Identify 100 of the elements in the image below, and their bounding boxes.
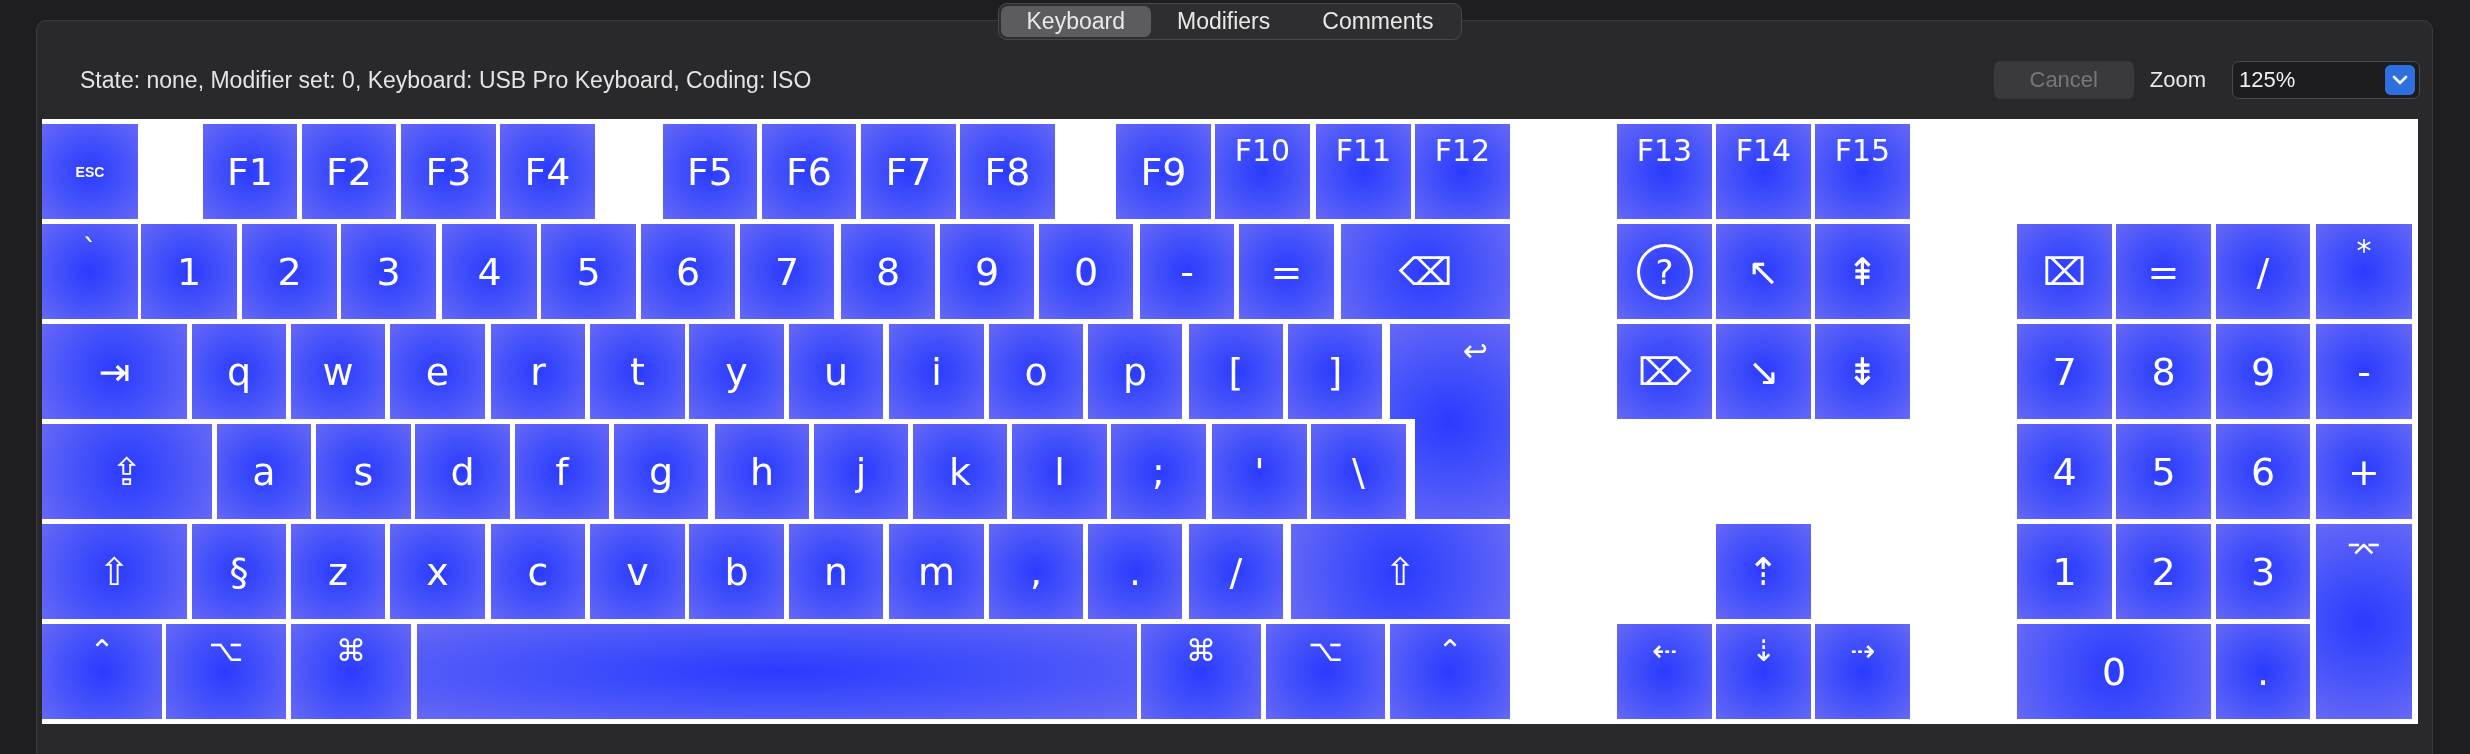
- key-cap[interactable]: 4: [2017, 424, 2112, 519]
- key-cap[interactable]: ?: [1617, 224, 1712, 319]
- key-cap[interactable]: h: [715, 424, 809, 519]
- key-cap[interactable]: k: [913, 424, 1007, 519]
- tab[interactable]: Comments: [1296, 6, 1460, 37]
- key-cap[interactable]: q: [192, 324, 286, 419]
- key-cap[interactable]: w: [291, 324, 385, 419]
- key-cap[interactable]: [: [1189, 324, 1283, 419]
- key-cap[interactable]: ⌤: [2316, 524, 2412, 719]
- key-cap[interactable]: 1: [141, 224, 237, 319]
- key-cap[interactable]: .: [1088, 524, 1182, 619]
- key-cap[interactable]: ⇞: [1815, 224, 1910, 319]
- key-cap[interactable]: ⌫: [1341, 224, 1510, 319]
- key-cap[interactable]: m: [889, 524, 984, 619]
- key-cap[interactable]: 8: [841, 224, 935, 319]
- key-cap[interactable]: ⇥: [42, 324, 187, 419]
- key-cap[interactable]: r: [491, 324, 585, 419]
- key-cap[interactable]: ,: [989, 524, 1083, 619]
- key-cap[interactable]: 7: [2017, 324, 2112, 419]
- key-cap[interactable]: 8: [2116, 324, 2211, 419]
- key-cap[interactable]: ↘: [1716, 324, 1811, 419]
- key-cap[interactable]: F13: [1617, 124, 1712, 219]
- key-cap[interactable]: f: [515, 424, 609, 519]
- key-cap[interactable]: 6: [2216, 424, 2310, 519]
- key-cap[interactable]: 0: [1039, 224, 1133, 319]
- key-cap[interactable]: 5: [541, 224, 636, 319]
- key-cap[interactable]: F2: [302, 124, 396, 219]
- key-cap[interactable]: F10: [1215, 124, 1310, 219]
- tab[interactable]: Keyboard: [1000, 6, 1151, 37]
- key-cap[interactable]: y: [689, 324, 784, 419]
- key-cap[interactable]: ⇟: [1815, 324, 1910, 419]
- key-cap[interactable]: F1: [203, 124, 297, 219]
- key-cap[interactable]: *: [2316, 224, 2412, 319]
- key-cap[interactable]: x: [390, 524, 485, 619]
- key-cap[interactable]: 9: [940, 224, 1034, 319]
- key-cap[interactable]: b: [689, 524, 784, 619]
- key-cap[interactable]: s: [316, 424, 411, 519]
- key-cap[interactable]: 9: [2216, 324, 2310, 419]
- key-cap[interactable]: F12: [1415, 124, 1510, 219]
- key-cap[interactable]: F5: [663, 124, 757, 219]
- key-cap[interactable]: l: [1012, 424, 1107, 519]
- key-cap[interactable]: u: [789, 324, 883, 419]
- key-cap[interactable]: 6: [641, 224, 735, 319]
- key-cap[interactable]: ⇡: [1716, 524, 1811, 619]
- key-cap[interactable]: ⌥: [166, 624, 286, 719]
- key-cap[interactable]: ⌦: [1617, 324, 1712, 419]
- key-cap[interactable]: 3: [2216, 524, 2310, 619]
- key-cap[interactable]: /: [1189, 524, 1283, 619]
- key-cap[interactable]: d: [415, 424, 510, 519]
- key-cap[interactable]: ;: [1111, 424, 1206, 519]
- key-cap[interactable]: =: [2116, 224, 2211, 319]
- key-cap[interactable]: e: [390, 324, 485, 419]
- key-cap[interactable]: 1: [2017, 524, 2112, 619]
- key-cap[interactable]: t: [590, 324, 685, 419]
- key-cap[interactable]: 0: [2017, 624, 2211, 719]
- key-cap[interactable]: j: [814, 424, 908, 519]
- key-cap[interactable]: `: [42, 224, 138, 319]
- key-cap[interactable]: =: [1239, 224, 1334, 319]
- key-cap[interactable]: \: [1311, 424, 1406, 519]
- key-cap[interactable]: p: [1088, 324, 1182, 419]
- key-cap[interactable]: ⇧: [42, 524, 187, 619]
- key-cap[interactable]: g: [614, 424, 708, 519]
- key-cap[interactable]: F9: [1116, 124, 1211, 219]
- key-cap[interactable]: .: [2216, 624, 2310, 719]
- key-cap[interactable]: ⌃: [1390, 624, 1510, 719]
- key-cap[interactable]: ESC: [42, 124, 138, 219]
- key-cap[interactable]: 2: [242, 224, 337, 319]
- key-cap[interactable]: ↩: [1390, 324, 1510, 519]
- key-cap[interactable]: ⇧: [1291, 524, 1510, 619]
- key-cap[interactable]: n: [789, 524, 883, 619]
- key-cap[interactable]: /: [2216, 224, 2310, 319]
- key-cap[interactable]: 2: [2116, 524, 2211, 619]
- key-cap[interactable]: -: [2316, 324, 2412, 419]
- key-cap[interactable]: -: [1140, 224, 1234, 319]
- key-cap[interactable]: ⇪: [42, 424, 212, 519]
- tab[interactable]: Modifiers: [1150, 6, 1297, 37]
- key-cap[interactable]: ⇠: [1617, 624, 1712, 719]
- key-cap[interactable]: c: [491, 524, 585, 619]
- key-cap[interactable]: F14: [1716, 124, 1811, 219]
- key-cap[interactable]: 4: [442, 224, 537, 319]
- key-cap[interactable]: F11: [1316, 124, 1411, 219]
- key-cap[interactable]: 7: [740, 224, 834, 319]
- key-cap[interactable]: F7: [861, 124, 956, 219]
- key-cap[interactable]: ⌧: [2017, 224, 2112, 319]
- key-cap[interactable]: 3: [341, 224, 436, 319]
- key-cap[interactable]: ⇣: [1716, 624, 1811, 719]
- key-cap[interactable]: §: [192, 524, 286, 619]
- key-cap[interactable]: a: [217, 424, 311, 519]
- key-cap[interactable]: F15: [1815, 124, 1910, 219]
- key-cap[interactable]: ↖: [1716, 224, 1811, 319]
- zoom-dropdown[interactable]: 125%: [2232, 61, 2420, 99]
- key-cap[interactable]: ⌘: [291, 624, 411, 719]
- key-cap[interactable]: F3: [401, 124, 496, 219]
- key-cap[interactable]: i: [889, 324, 984, 419]
- key-cap[interactable]: v: [590, 524, 685, 619]
- space-bar[interactable]: [417, 624, 1137, 719]
- key-cap[interactable]: ': [1212, 424, 1307, 519]
- key-cap[interactable]: ⌥: [1266, 624, 1385, 719]
- key-cap[interactable]: ⌘: [1141, 624, 1261, 719]
- key-cap[interactable]: z: [291, 524, 385, 619]
